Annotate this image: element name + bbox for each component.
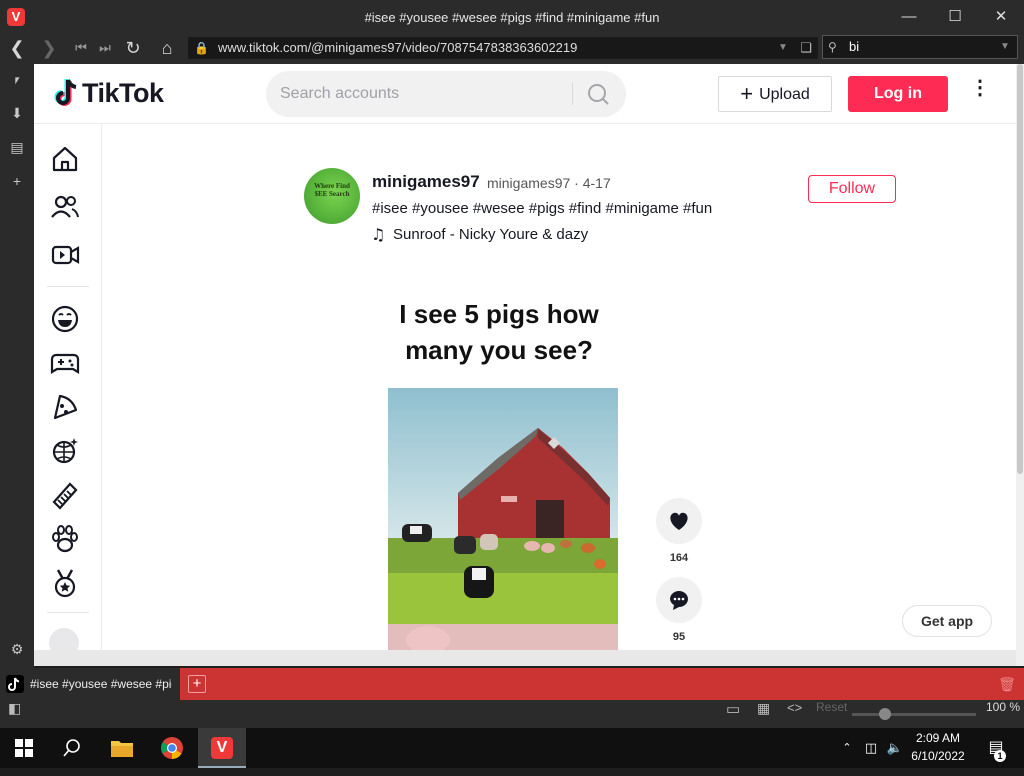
animals-icon[interactable] [48,522,82,556]
food-icon[interactable] [48,390,82,424]
network-icon[interactable]: ◫ [860,728,882,768]
tiktok-logo-text[interactable]: TikTok [82,78,164,109]
live-icon[interactable] [48,238,82,272]
lock-icon[interactable]: 🔒 [194,37,209,59]
notification-center-icon[interactable]: ▤ [976,728,1016,768]
author-avatar[interactable]: Where Find $EE Search [304,168,360,224]
upload-label: Upload [759,86,810,103]
search-dropdown-icon[interactable]: ▼ [1000,36,1014,58]
beauty-icon[interactable] [48,478,82,512]
bookmark-icon[interactable]: ❏ [798,37,814,59]
more-options-icon[interactable]: ⋮ [970,76,990,112]
bookmarks-panel-icon[interactable]: ⎖ [0,66,34,92]
windows-start-icon[interactable] [0,728,48,768]
video-player[interactable] [388,388,618,666]
music-title[interactable]: Sunroof - Nicky Youre & dazy [393,226,588,243]
video-title-text: I see 5 pigs how many you see? [399,299,599,365]
reload-icon[interactable]: ↻ [119,34,147,62]
forward-icon[interactable]: ❯ [35,34,63,62]
account-search-bar [266,71,626,117]
search-engine-icon[interactable]: ⚲ [828,36,844,58]
account-search-input[interactable] [280,71,570,117]
chrome-icon[interactable] [148,728,196,768]
zoom-slider[interactable] [852,713,976,716]
fast-forward-icon[interactable]: ⏭ [91,34,119,62]
barn-farm-image [388,388,618,666]
upload-button[interactable]: + Upload [718,76,832,112]
plus-icon: + [740,81,754,106]
notes-panel-icon[interactable]: ▤ [0,134,34,160]
vertical-scrollbar-thumb[interactable] [1017,64,1023,474]
settings-gear-icon[interactable]: ⚙ [0,636,34,662]
close-icon[interactable]: ✕ [978,0,1024,34]
tile-tabs-icon[interactable]: ▭ [726,700,740,728]
file-explorer-icon[interactable] [98,728,146,768]
vivaldi-taskbar-icon[interactable]: V [198,728,246,768]
sports-icon[interactable] [48,566,82,600]
like-button[interactable] [656,498,702,544]
gaming-icon[interactable] [48,346,82,380]
search-divider [572,83,573,105]
zoom-slider-thumb[interactable] [879,708,891,720]
search-icon[interactable] [48,728,96,768]
like-count: 164 [669,552,689,564]
tiktok-sidebar [34,124,102,666]
sidebar-divider [47,286,89,287]
volume-icon[interactable]: 🔈 [884,728,906,768]
home-icon[interactable] [48,142,82,176]
page-actions-icon[interactable]: <> [787,700,802,728]
follow-button[interactable]: Follow [808,175,896,203]
music-note-icon: ♫ [371,225,386,244]
zoom-reset-button[interactable]: Reset [816,700,847,728]
search-icon[interactable] [582,79,616,109]
downloads-panel-icon[interactable]: ⬇ [0,100,34,126]
back-icon[interactable]: ❮ [3,34,31,62]
avatar-text: Where Find $EE Search [314,182,350,198]
tiktok-logo-icon[interactable] [54,78,80,108]
search-field[interactable]: bi [822,35,1018,59]
comment-button[interactable] [656,577,702,623]
author-name[interactable]: minigames97 [372,172,480,192]
get-app-button[interactable]: Get app [902,605,992,637]
zoom-percent: 100 % [986,700,1021,714]
post-caption: #isee #yousee #wesee #pigs #find #miniga… [372,200,713,217]
dance-icon[interactable] [48,434,82,468]
web-page: TikTok + Upload Log in ⋮ Where Find $EE S… [34,64,1016,666]
images-icon[interactable]: ▦ [757,700,770,728]
clock-time[interactable]: 2:09 AM [904,731,972,745]
add-panel-icon[interactable]: + [0,168,34,194]
vivaldi-menu-icon[interactable]: V [7,8,25,26]
chevron-up-icon[interactable]: ⌃ [836,728,858,768]
clock-date[interactable]: 6/10/2022 [904,749,972,763]
horizontal-scrollbar[interactable] [34,650,1016,666]
url-field[interactable]: www.tiktok.com/@minigames97/video/708754… [188,37,818,59]
maximize-icon[interactable]: ☐ [932,0,978,34]
sidebar-divider [47,612,89,613]
new-tab-icon[interactable]: + [188,675,206,693]
comment-icon [670,591,688,610]
login-button[interactable]: Log in [848,76,948,112]
author-meta: minigames97 · 4-17 [487,175,611,191]
comment-count: 95 [672,631,686,643]
home-icon[interactable]: ⌂ [153,34,181,62]
window-title: #isee #yousee #wesee #pigs #find #miniga… [364,10,660,25]
following-icon[interactable] [48,190,82,224]
minimize-icon[interactable]: — [886,0,932,34]
heart-icon [670,512,688,530]
tiktok-favicon-icon [6,675,24,693]
trash-icon[interactable]: 🗑 [998,673,1016,695]
notification-count: 1 [994,750,1006,762]
panel-toggle-icon[interactable]: ◧ [8,700,21,728]
url-dropdown-icon[interactable]: ▼ [774,37,792,59]
tab-title[interactable]: #isee #yousee #wesee #pigs #find #miniga… [30,668,172,700]
comedy-icon[interactable] [48,302,82,336]
